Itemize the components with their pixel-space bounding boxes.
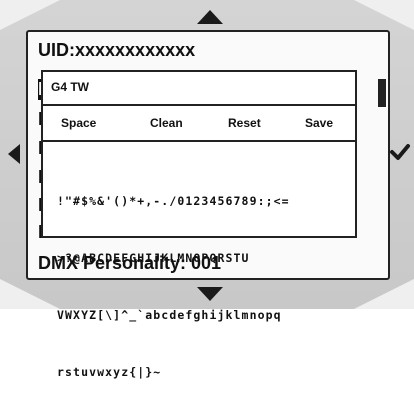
reset-button[interactable]: Reset <box>228 116 261 130</box>
character-grid[interactable]: !"#$%&'()*+,-./0123456789:;<= >?@ABCDEFG… <box>57 154 357 420</box>
bezel-corner <box>354 0 414 30</box>
divider <box>43 140 355 142</box>
character-row[interactable]: >?@ABCDEFGHIJKLMNOPQRSTU <box>57 249 357 268</box>
save-button[interactable]: Save <box>305 116 333 130</box>
keyboard-actions: Space Clean Reset Save <box>43 116 355 134</box>
scrollbar-thumb <box>378 79 386 107</box>
uid-label: UID:xxxxxxxxxxxx <box>38 40 196 60</box>
character-row[interactable]: !"#$%&'()*+,-./0123456789:;<= <box>57 192 357 211</box>
bezel-corner <box>0 279 60 309</box>
text-entry-dialog: G4 TW Space Clean Reset Save !"#$%&'()*+… <box>41 70 357 379</box>
character-row[interactable]: rstuvwxyz{|}~ <box>57 363 357 382</box>
left-arrow-icon[interactable] <box>8 144 20 164</box>
bezel-corner <box>354 279 414 309</box>
clean-button[interactable]: Clean <box>150 116 183 130</box>
check-icon[interactable] <box>389 141 411 163</box>
bezel-corner <box>0 0 60 30</box>
name-input[interactable]: G4 TW <box>43 72 355 106</box>
space-button[interactable]: Space <box>61 116 96 130</box>
up-arrow-icon[interactable] <box>197 10 223 24</box>
